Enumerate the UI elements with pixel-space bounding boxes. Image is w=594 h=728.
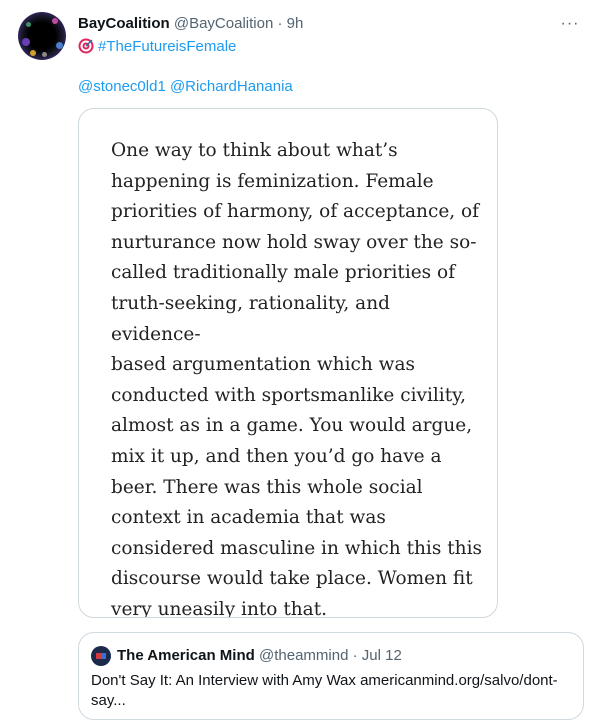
mention-stonec0ld1[interactable]: @stonec0ld1 [78, 78, 166, 95]
tweet-header: BayCoalition @BayCoalition · 9h [78, 14, 303, 34]
quoted-avatar[interactable] [91, 646, 111, 666]
tweet[interactable]: BayCoalition @BayCoalition · 9h ··· #The… [0, 0, 594, 728]
user-bio: #TheFutureisFemale [78, 37, 236, 57]
quoted-body: Don't Say It: An Interview with Amy Wax … [91, 672, 558, 709]
quoted-tweet[interactable]: The American Mind @theammind · Jul 12 Do… [78, 632, 584, 720]
quoted-header: The American Mind @theammind · Jul 12 [117, 646, 402, 666]
quoted-separator: · [352, 647, 358, 664]
media-image[interactable]: One way to think about what’s happening … [78, 108, 498, 618]
more-horizontal-icon[interactable]: ··· [560, 14, 580, 34]
quoted-timestamp[interactable]: Jul 12 [362, 647, 402, 664]
handle[interactable]: @BayCoalition [174, 15, 273, 32]
quoted-display-name[interactable]: The American Mind [117, 647, 255, 664]
timestamp[interactable]: 9h [287, 15, 304, 32]
target-icon [78, 38, 94, 54]
mention-richardhanania[interactable]: @RichardHanania [170, 78, 293, 95]
reply-mentions: @stonec0ld1 @RichardHanania [78, 77, 293, 97]
bio-hashtag[interactable]: #TheFutureisFemale [98, 38, 236, 55]
media-quote-text: One way to think about what’s happening … [111, 140, 482, 618]
quoted-handle[interactable]: @theammind [259, 647, 348, 664]
display-name[interactable]: BayCoalition [78, 15, 170, 32]
avatar[interactable] [18, 12, 66, 60]
separator: · [277, 15, 283, 32]
